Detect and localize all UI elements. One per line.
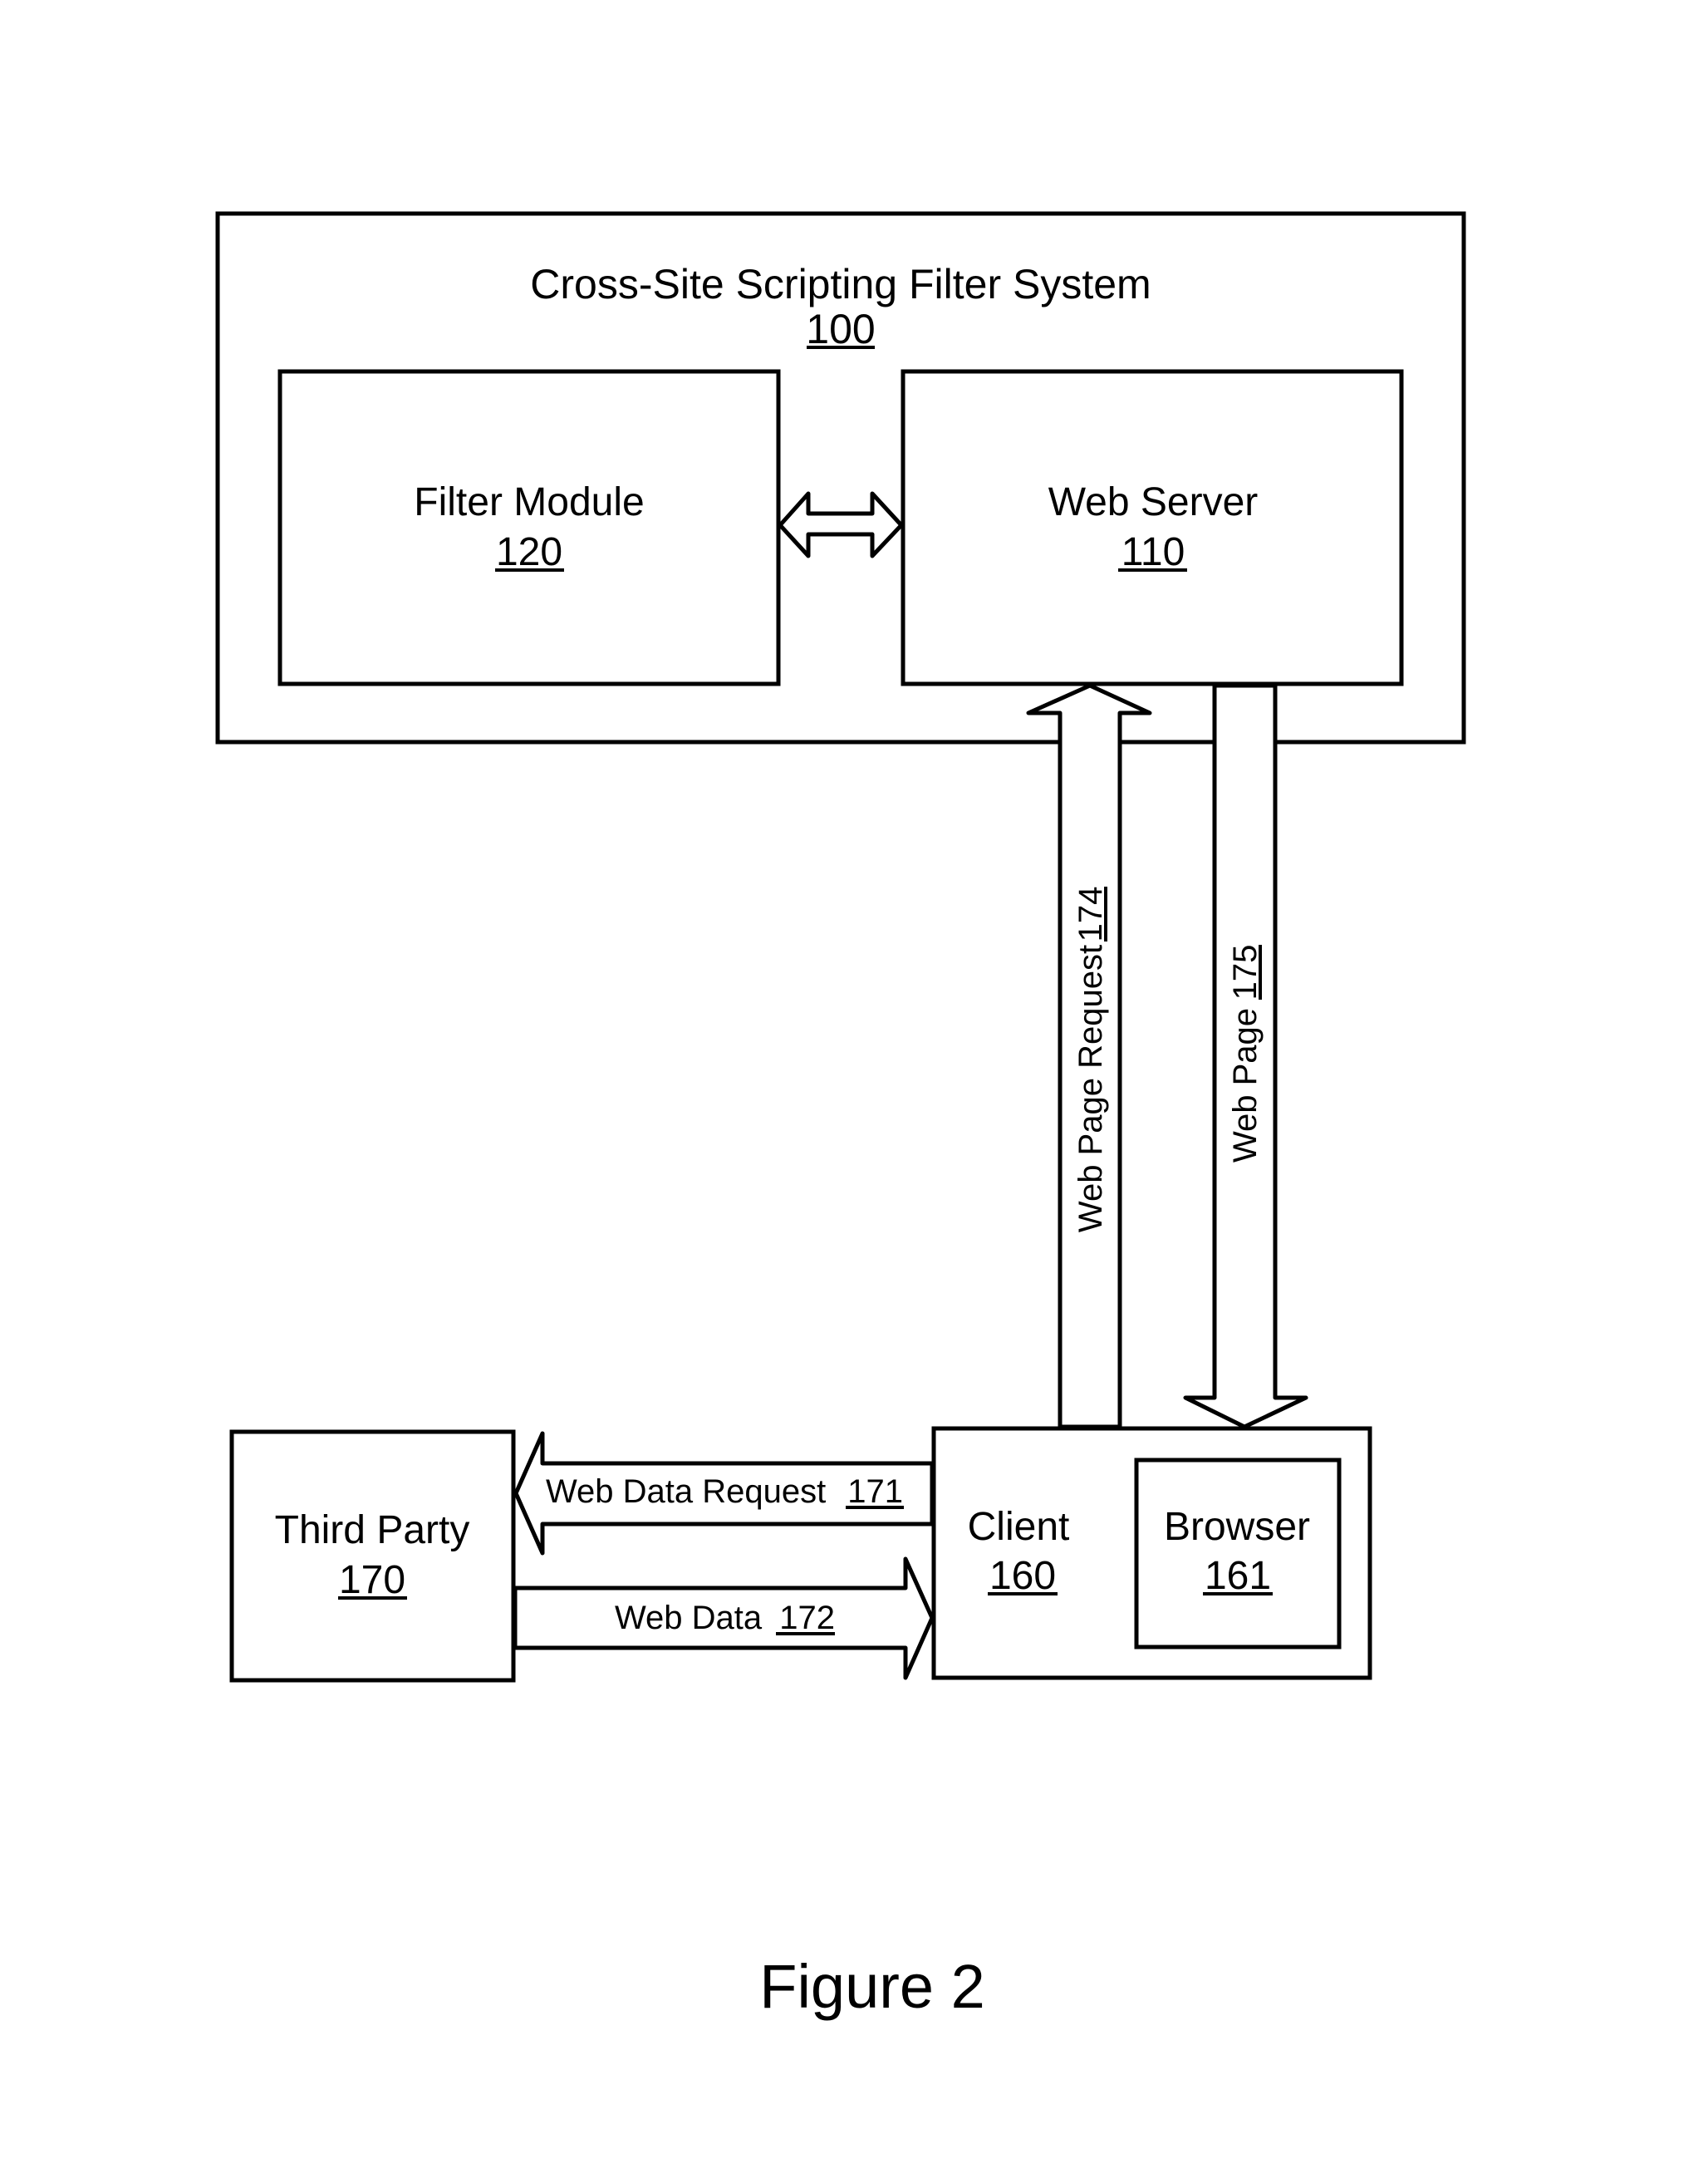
filter-module-ref: 120: [496, 530, 562, 574]
web-page-ref: 175: [1227, 945, 1264, 1001]
web-data-request-arrow: Web Data Request 171: [513, 1431, 935, 1556]
browser-box: Browser 161: [1134, 1458, 1342, 1649]
figure-caption: Figure 2: [759, 1952, 984, 2021]
third-party-ref: 170: [339, 1558, 405, 1602]
web-page-arrow: Web Page 175: [1183, 683, 1308, 1429]
web-data-ref: 172: [779, 1600, 835, 1636]
third-party-box: Third Party 170: [229, 1429, 516, 1683]
filter-module-label: Filter Module: [414, 480, 644, 524]
web-server-border: [901, 369, 1404, 686]
web-server-label: Web Server: [1048, 480, 1259, 524]
web-data-label: Web Data: [615, 1600, 763, 1636]
client-label: Client: [968, 1505, 1070, 1549]
browser-ref: 161: [1205, 1554, 1271, 1598]
diagram-canvas: Cross-Site Scripting Filter System 100 F…: [215, 211, 1466, 2021]
browser-label: Browser: [1164, 1505, 1310, 1549]
web-page-request-label: Web Page Request: [1072, 945, 1109, 1232]
web-page-request-arrow: Web Page Request 174: [1026, 683, 1152, 1429]
web-data-arrow: Web Data 172: [513, 1556, 935, 1680]
filter-module-border: [277, 369, 781, 686]
system-ref: 100: [806, 306, 875, 352]
web-page-request-ref: 174: [1072, 887, 1109, 942]
system-title: Cross-Site Scripting Filter System: [530, 261, 1151, 307]
third-party-border: [229, 1429, 516, 1683]
web-server-ref: 110: [1121, 530, 1185, 574]
web-data-request-label: Web Data Request: [546, 1473, 826, 1510]
client-ref: 160: [989, 1554, 1056, 1598]
web-server-box: Web Server 110: [901, 369, 1404, 686]
web-page-label: Web Page: [1227, 1008, 1264, 1163]
third-party-label: Third Party: [275, 1508, 470, 1552]
web-data-request-ref: 171: [847, 1473, 903, 1510]
filter-module-box: Filter Module 120: [277, 369, 781, 686]
